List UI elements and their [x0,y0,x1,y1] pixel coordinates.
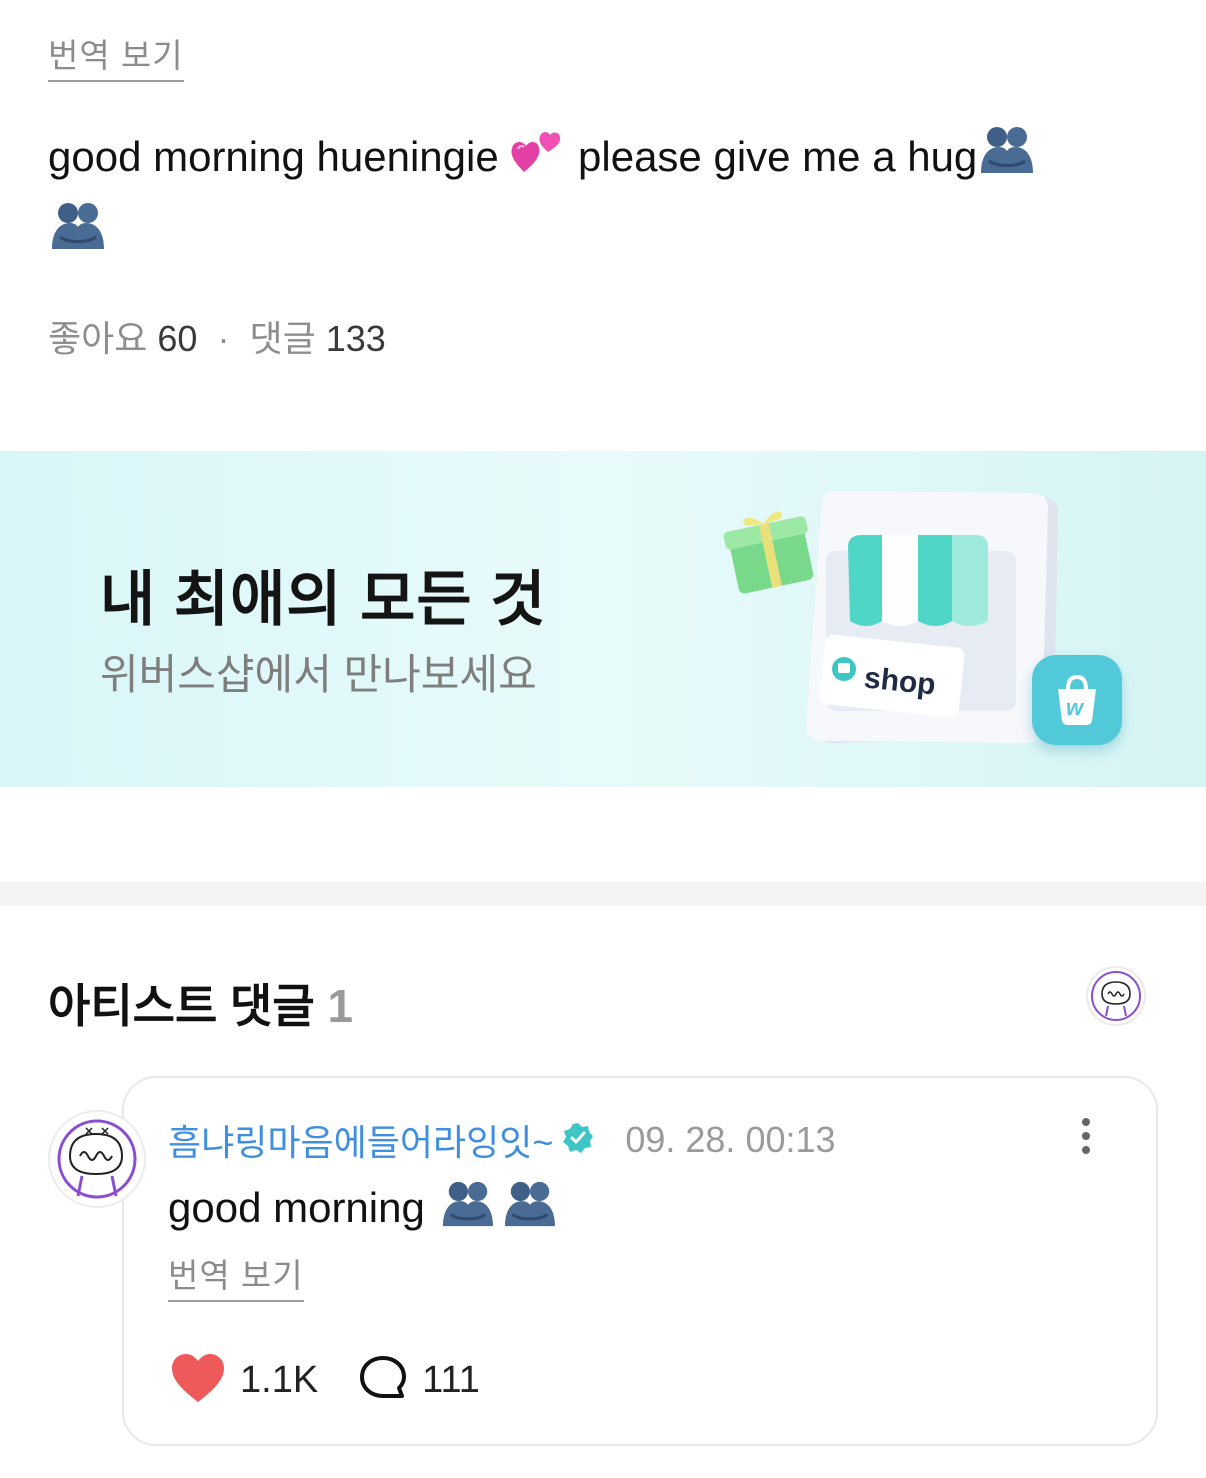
comment-text: good morning [168,1184,425,1231]
comment-actions: 1.1K 111 [170,1352,480,1409]
comment-author-avatar[interactable] [48,1110,146,1208]
post-text-part2: please give me a hug [566,133,978,180]
comment-header: 흠냐링마음에들어라잉잇~ 09. 28. 00:13 [168,1114,836,1166]
verified-badge-icon [561,1121,595,1160]
comment-timestamp: 09. 28. 00:13 [625,1119,836,1160]
artist-comments-count: 1 [327,980,354,1032]
comments-count[interactable]: 133 [326,318,386,359]
weverse-shop-bag-icon: w [1032,655,1122,745]
banner-subtitle: 위버스샵에서 만나보세요 [100,651,537,698]
people-hugging-icon [439,1178,497,1238]
two-hearts-icon [510,122,566,197]
comment-body: good morning [168,1178,559,1238]
heart-icon[interactable] [170,1352,226,1409]
like-count: 1.1K [240,1359,319,1401]
reply-count: 111 [422,1359,480,1401]
people-hugging-icon [977,123,1037,196]
stats-separator: · [217,318,230,359]
weverse-shop-banner[interactable]: 내 최애의 모든 것 위버스샵에서 만나보세요 shop w [0,451,1206,787]
comments-label: 댓글 [249,318,316,359]
post-text: good morning hueningie please give me a … [48,122,1158,272]
people-hugging-icon [501,1178,559,1238]
likes-count: 60 [157,318,198,359]
comment-author-name[interactable]: 흠냐링마음에들어라잉잇~ [168,1114,553,1166]
banner-title: 내 최애의 모든 것 [100,566,547,633]
translate-link[interactable]: 번역 보기 [48,36,184,82]
shop-building-illustration [792,491,1062,756]
post-stats: 좋아요 60 · 댓글 133 [48,310,386,362]
comment-translate-link[interactable]: 번역 보기 [168,1256,304,1302]
speech-bubble-icon[interactable] [358,1354,408,1407]
badge-letter: w [1066,695,1084,720]
artist-comments-title: 아티스트 댓글 1 [48,970,353,1036]
more-vertical-icon[interactable] [1068,1114,1104,1160]
section-divider [0,882,1206,906]
artist-comments-label: 아티스트 댓글 [48,980,315,1032]
post-text-part1: good morning hueningie [48,133,511,180]
artist-avatar-small[interactable] [1086,966,1146,1026]
people-hugging-icon [48,199,108,272]
likes-label: 좋아요 [48,318,148,359]
